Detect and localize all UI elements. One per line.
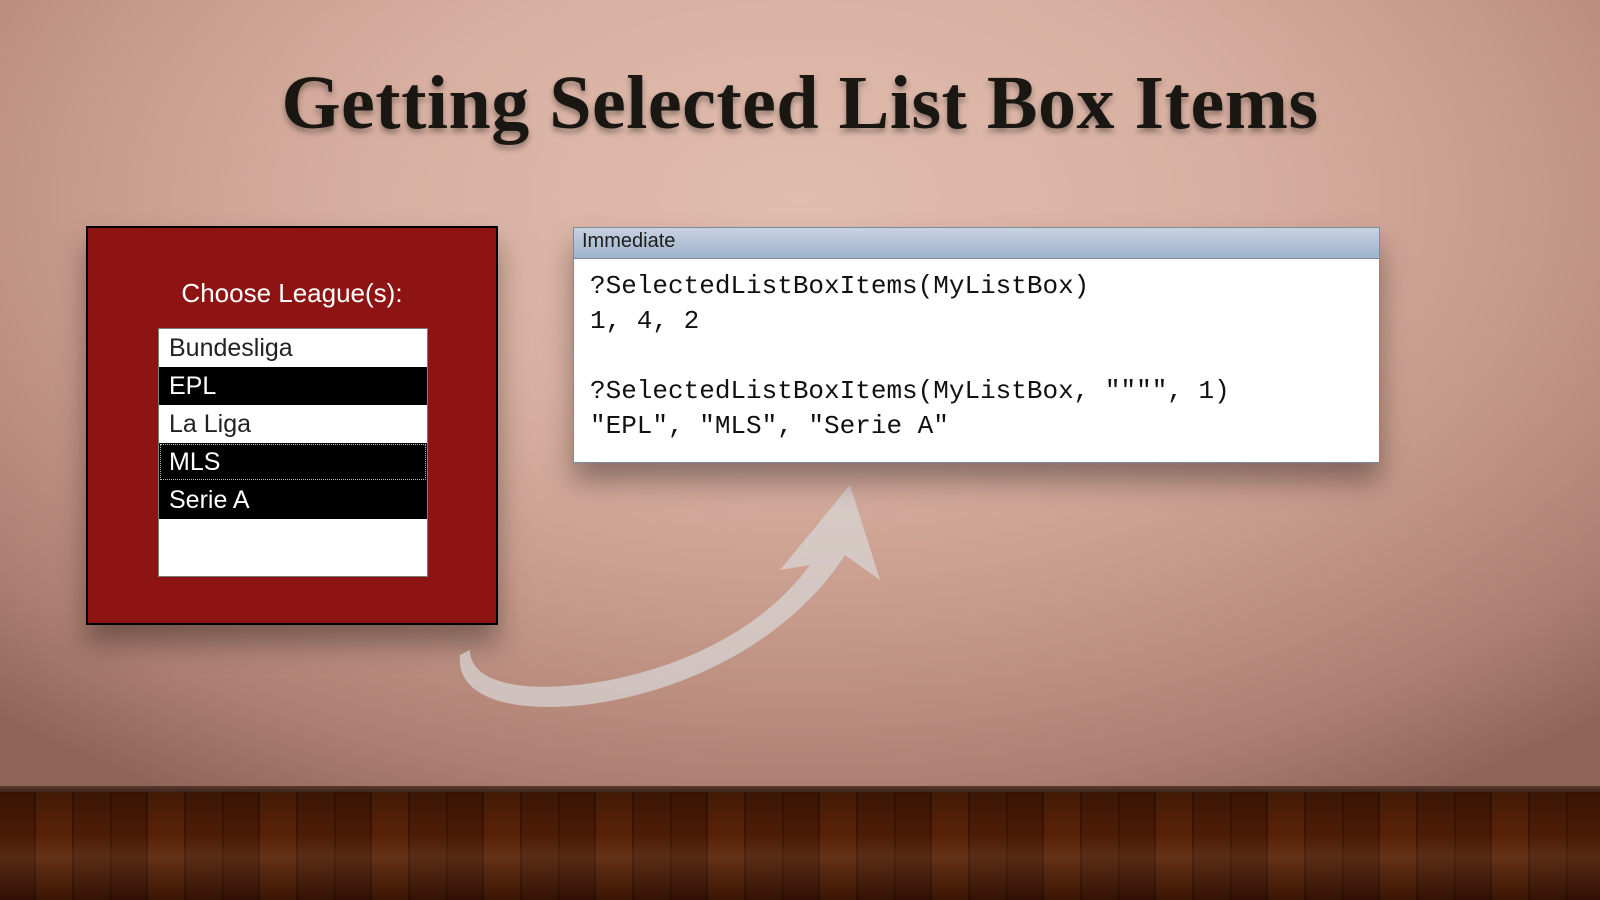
immediate-window-title: Immediate [574,228,1379,259]
listbox-item[interactable]: La Liga [159,405,427,443]
immediate-window: Immediate ?SelectedListBoxItems(MyListBo… [573,227,1380,463]
league-listbox[interactable]: BundesligaEPLLa LigaMLSSerie A [158,328,428,577]
listbox-item[interactable]: Bundesliga [159,329,427,367]
immediate-window-body[interactable]: ?SelectedListBoxItems(MyListBox) 1, 4, 2… [574,259,1379,462]
form-label: Choose League(s): [88,278,496,309]
listbox-item[interactable]: Serie A [159,481,427,519]
slide-title: Getting Selected List Box Items [0,60,1600,147]
form-panel: Choose League(s): BundesligaEPLLa LigaML… [86,226,498,625]
listbox-item[interactable]: MLS [159,443,427,481]
listbox-item-empty[interactable] [159,519,427,572]
listbox-item[interactable]: EPL [159,367,427,405]
slide-floor [0,792,1600,900]
arrow-icon [440,470,940,710]
